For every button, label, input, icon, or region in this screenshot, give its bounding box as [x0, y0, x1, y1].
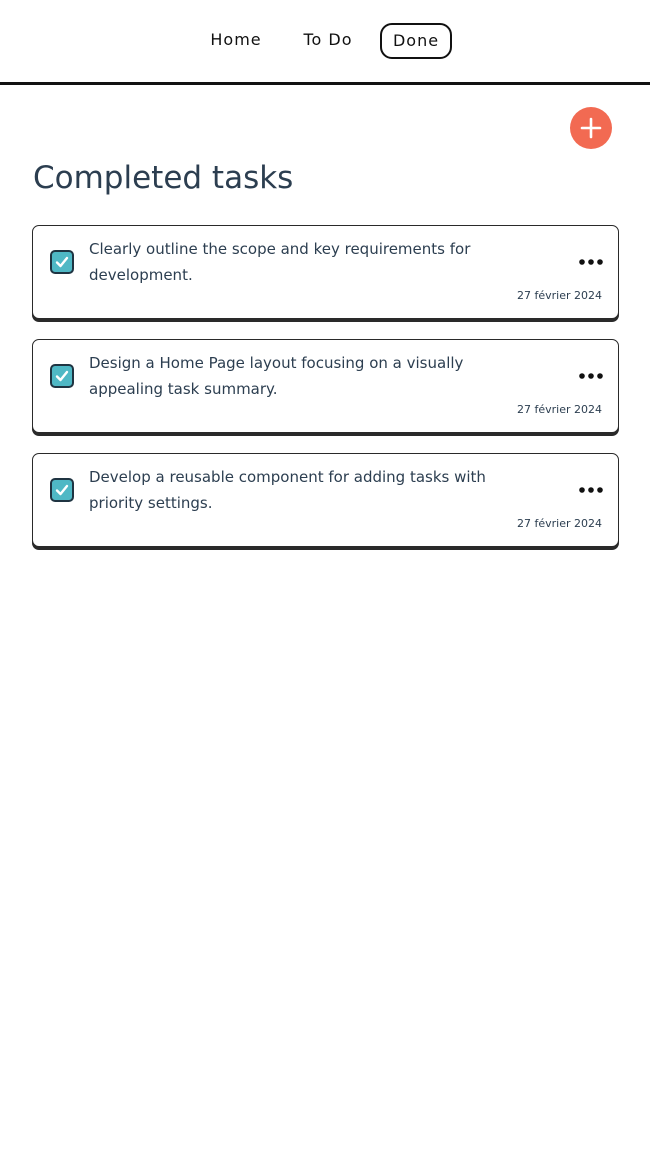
task-date: 27 février 2024 — [516, 403, 602, 416]
nav-done-link[interactable]: Done — [380, 23, 452, 59]
more-options-icon — [579, 373, 603, 379]
checkmark-icon — [55, 484, 69, 496]
task-card: Clearly outline the scope and key requir… — [32, 225, 619, 319]
checkmark-icon — [55, 370, 69, 382]
task-text: Design a Home Page layout focusing on a … — [89, 354, 464, 398]
plus-icon — [580, 117, 602, 139]
more-options-icon — [579, 487, 603, 493]
add-task-button[interactable] — [570, 107, 612, 149]
nav-todo-link[interactable]: To Do — [290, 22, 366, 58]
task-date: 27 février 2024 — [516, 289, 602, 302]
checkmark-icon — [55, 256, 69, 268]
page-title: Completed tasks — [33, 160, 294, 196]
task-card: Design a Home Page layout focusing on a … — [32, 339, 619, 433]
task-menu-button[interactable] — [578, 370, 604, 382]
task-checkbox[interactable] — [50, 364, 74, 388]
more-options-icon — [579, 259, 603, 265]
task-checkbox[interactable] — [50, 250, 74, 274]
task-menu-button[interactable] — [578, 256, 604, 268]
nav-home-link[interactable]: Home — [198, 22, 274, 58]
task-menu-button[interactable] — [578, 484, 604, 496]
task-text: Develop a reusable component for adding … — [89, 468, 486, 512]
task-text: Clearly outline the scope and key requir… — [89, 240, 471, 284]
task-card: Develop a reusable component for adding … — [32, 453, 619, 547]
task-checkbox[interactable] — [50, 478, 74, 502]
task-date: 27 février 2024 — [516, 517, 602, 530]
top-nav: Home To Do Done — [0, 0, 650, 85]
